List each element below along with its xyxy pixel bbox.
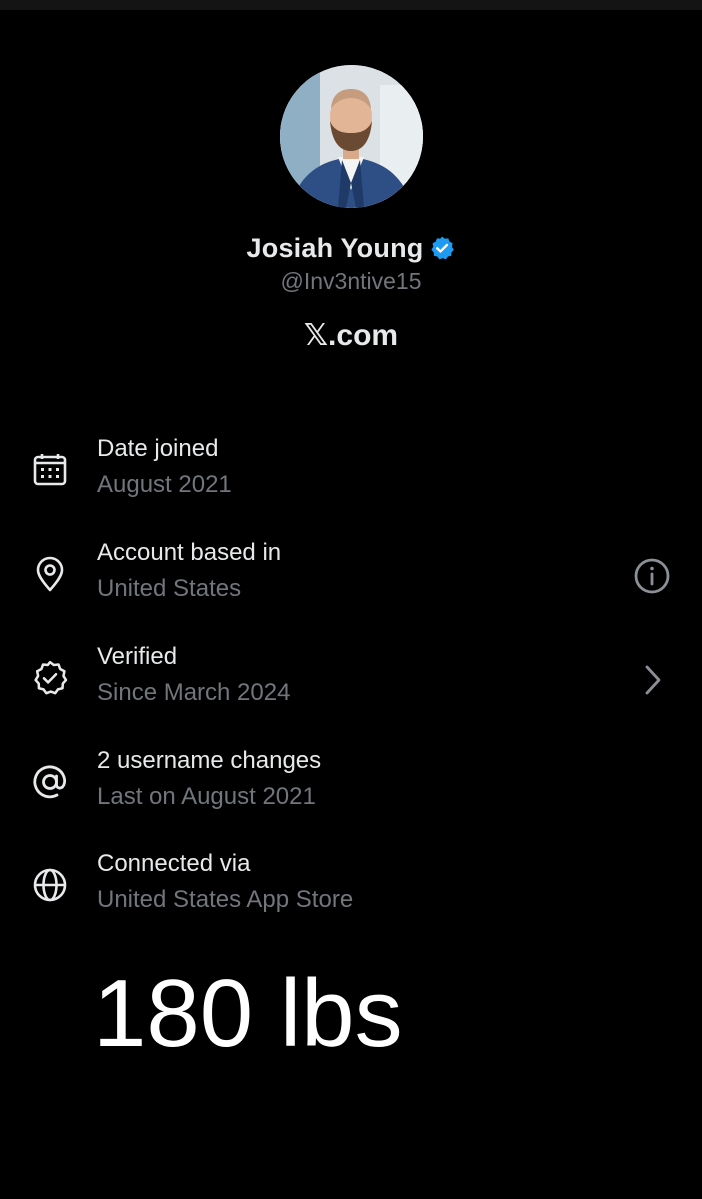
info-icon[interactable] — [632, 556, 672, 596]
avatar-photo — [280, 65, 423, 208]
chevron-right-icon[interactable] — [632, 660, 672, 700]
username-changes-label: 2 username changes — [97, 747, 322, 774]
avatar[interactable] — [280, 65, 423, 208]
display-name: Josiah Young — [246, 232, 424, 263]
info-row-verified[interactable]: Verified Since March 2024 — [0, 643, 702, 715]
info-row-connected-via: Connected via United States App Store — [0, 850, 702, 922]
date-joined-value: August 2021 — [97, 471, 232, 498]
connected-via-label: Connected via — [97, 850, 251, 877]
at-sign-icon — [31, 763, 69, 801]
status-bar-strip — [0, 0, 702, 10]
verified-badge-icon[interactable] — [429, 235, 455, 261]
verified-badge-outline-icon — [31, 659, 69, 697]
calendar-icon — [31, 451, 69, 489]
account-based-in-value: United States — [97, 575, 242, 602]
verified-label: Verified — [97, 643, 178, 670]
date-joined-label: Date joined — [97, 435, 219, 462]
account-based-in-label: Account based in — [97, 539, 282, 566]
username-changes-value: Last on August 2021 — [97, 783, 316, 810]
location-pin-icon — [31, 555, 69, 593]
globe-icon — [31, 866, 69, 904]
name-row: Josiah Young — [0, 228, 702, 268]
profile-handle: @Inv3ntive15 — [280, 268, 422, 294]
overlay-caption: 180 lbs — [93, 960, 403, 1067]
site-label: 𝕏.com — [303, 319, 399, 352]
info-row-account-based-in: Account based in United States — [0, 539, 702, 611]
connected-via-value: United States App Store — [97, 886, 354, 913]
verified-since-value: Since March 2024 — [97, 679, 291, 706]
info-row-username-changes: 2 username changes Last on August 2021 — [0, 747, 702, 819]
info-row-date-joined: Date joined August 2021 — [0, 435, 702, 507]
